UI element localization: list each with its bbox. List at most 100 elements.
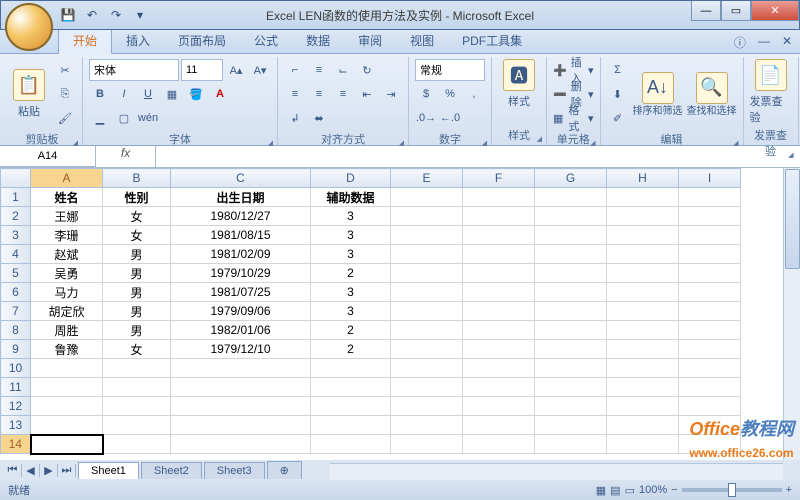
- row-header-2[interactable]: 2: [1, 207, 31, 226]
- save-icon[interactable]: 💾: [59, 6, 77, 24]
- sheet-tab-3[interactable]: Sheet3: [204, 462, 265, 479]
- fill-color-icon[interactable]: 🪣: [185, 83, 207, 105]
- cell-I3[interactable]: [679, 226, 741, 245]
- cell-F12[interactable]: [463, 397, 535, 416]
- cell-C5[interactable]: 1979/10/29: [171, 264, 311, 283]
- cell-F6[interactable]: [463, 283, 535, 302]
- col-header-F[interactable]: F: [463, 169, 535, 188]
- copy-icon[interactable]: ⎘: [54, 83, 76, 105]
- cell-H11[interactable]: [607, 378, 679, 397]
- select-all-corner[interactable]: [1, 169, 31, 188]
- cell-A7[interactable]: 胡定欣: [31, 302, 103, 321]
- cell-H10[interactable]: [607, 359, 679, 378]
- increase-decimal-icon[interactable]: .0→: [415, 107, 437, 129]
- zoom-out-icon[interactable]: −: [671, 484, 677, 496]
- scroll-thumb[interactable]: [785, 169, 800, 269]
- help-icon[interactable]: ⓘ: [734, 34, 746, 51]
- undo-icon[interactable]: ↶: [83, 6, 101, 24]
- cell-A8[interactable]: 周胜: [31, 321, 103, 340]
- cell-E10[interactable]: [391, 359, 463, 378]
- close-button[interactable]: ✕: [751, 1, 799, 21]
- cell-E7[interactable]: [391, 302, 463, 321]
- bold-button[interactable]: B: [89, 83, 111, 105]
- cell-H5[interactable]: [607, 264, 679, 283]
- cell-H1[interactable]: [607, 188, 679, 207]
- zoom-slider-thumb[interactable]: [728, 483, 736, 497]
- name-box[interactable]: A14: [0, 146, 96, 167]
- cell-A3[interactable]: 李珊: [31, 226, 103, 245]
- cell-F14[interactable]: [463, 435, 535, 454]
- tab-insert[interactable]: 插入: [112, 28, 164, 53]
- tab-review[interactable]: 审阅: [344, 28, 396, 53]
- cell-H13[interactable]: [607, 416, 679, 435]
- cell-G8[interactable]: [535, 321, 607, 340]
- cell-E13[interactable]: [391, 416, 463, 435]
- cell-H7[interactable]: [607, 302, 679, 321]
- cell-D13[interactable]: [311, 416, 391, 435]
- office-button[interactable]: [5, 3, 53, 51]
- indent-dec-icon[interactable]: ⇤: [356, 83, 378, 105]
- increase-font-icon[interactable]: A▴: [225, 59, 247, 81]
- cell-D5[interactable]: 2: [311, 264, 391, 283]
- cell-G9[interactable]: [535, 340, 607, 359]
- cell-styles-button[interactable]: 🅰 样式: [498, 59, 540, 109]
- cell-C1[interactable]: 出生日期: [171, 188, 311, 207]
- cell-B1[interactable]: 性别: [103, 188, 171, 207]
- autosum-icon[interactable]: Σ: [607, 59, 629, 81]
- zoom-slider[interactable]: [682, 488, 782, 492]
- worksheet-grid[interactable]: ABCDEFGHI1姓名性别出生日期辅助数据2王娜女1980/12/2733李珊…: [0, 168, 800, 460]
- cell-A12[interactable]: [31, 397, 103, 416]
- cell-G12[interactable]: [535, 397, 607, 416]
- col-header-C[interactable]: C: [171, 169, 311, 188]
- decrease-decimal-icon[interactable]: ←.0: [439, 107, 461, 129]
- align-bottom-icon[interactable]: ⌙: [332, 59, 354, 81]
- cell-E12[interactable]: [391, 397, 463, 416]
- cell-G5[interactable]: [535, 264, 607, 283]
- sheet-nav-first-icon[interactable]: ⏮: [4, 464, 22, 477]
- wrap-text-icon[interactable]: ↲: [284, 107, 306, 129]
- doc-close-icon[interactable]: ✕: [782, 34, 792, 51]
- invoice-verify-button[interactable]: 📄 发票查验: [750, 59, 792, 125]
- cell-I5[interactable]: [679, 264, 741, 283]
- row-header-11[interactable]: 11: [1, 378, 31, 397]
- cell-A6[interactable]: 马力: [31, 283, 103, 302]
- cell-D1[interactable]: 辅助数据: [311, 188, 391, 207]
- italic-button[interactable]: I: [113, 83, 135, 105]
- cell-C4[interactable]: 1981/02/09: [171, 245, 311, 264]
- cell-C3[interactable]: 1981/08/15: [171, 226, 311, 245]
- tab-formulas[interactable]: 公式: [240, 28, 292, 53]
- row-header-4[interactable]: 4: [1, 245, 31, 264]
- qat-dropdown-icon[interactable]: ▾: [131, 6, 149, 24]
- cell-I10[interactable]: [679, 359, 741, 378]
- row-header-8[interactable]: 8: [1, 321, 31, 340]
- font-color-icon[interactable]: A: [209, 83, 231, 105]
- cell-B10[interactable]: [103, 359, 171, 378]
- col-header-D[interactable]: D: [311, 169, 391, 188]
- cell-G6[interactable]: [535, 283, 607, 302]
- cell-F10[interactable]: [463, 359, 535, 378]
- cell-E2[interactable]: [391, 207, 463, 226]
- row-header-7[interactable]: 7: [1, 302, 31, 321]
- ribbon-minimize-icon[interactable]: —: [758, 34, 770, 51]
- cell-D14[interactable]: [311, 435, 391, 454]
- cut-icon[interactable]: ✂: [54, 59, 76, 81]
- tab-data[interactable]: 数据: [292, 28, 344, 53]
- cell-H14[interactable]: [607, 435, 679, 454]
- view-layout-icon[interactable]: ▤: [610, 484, 620, 497]
- tab-view[interactable]: 视图: [396, 28, 448, 53]
- cell-E9[interactable]: [391, 340, 463, 359]
- new-sheet-button[interactable]: ⊕: [267, 461, 302, 479]
- row-header-3[interactable]: 3: [1, 226, 31, 245]
- cell-C6[interactable]: 1981/07/25: [171, 283, 311, 302]
- col-header-G[interactable]: G: [535, 169, 607, 188]
- cell-F2[interactable]: [463, 207, 535, 226]
- cell-A10[interactable]: [31, 359, 103, 378]
- cell-B12[interactable]: [103, 397, 171, 416]
- horizontal-scrollbar[interactable]: [330, 463, 783, 480]
- cell-G1[interactable]: [535, 188, 607, 207]
- cell-D3[interactable]: 3: [311, 226, 391, 245]
- format-cells-button[interactable]: ▦格式 ▾: [553, 107, 594, 129]
- col-header-B[interactable]: B: [103, 169, 171, 188]
- cell-D7[interactable]: 3: [311, 302, 391, 321]
- format-painter-icon[interactable]: 🖌: [54, 107, 76, 129]
